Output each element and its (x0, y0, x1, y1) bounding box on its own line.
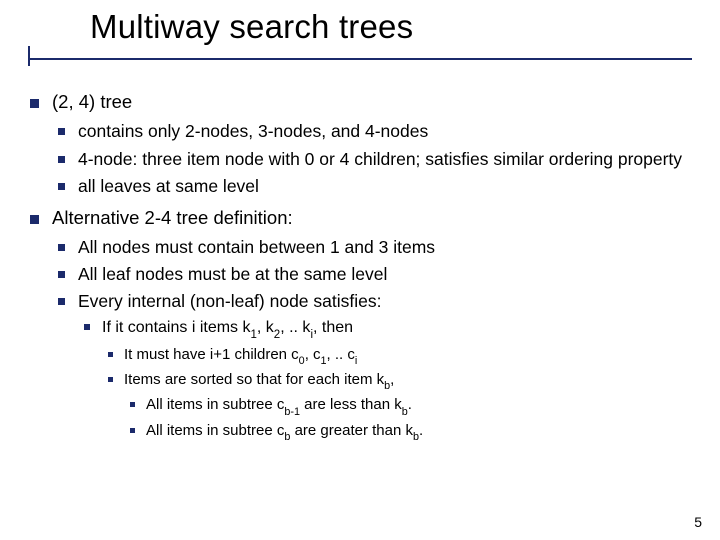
list-item-label: If it contains i items k1, k2, .. ki, th… (102, 319, 353, 336)
list-item: All items in subtree cb-1 are less than … (124, 395, 700, 417)
list-item-label: Every internal (non-leaf) node satisfies… (78, 291, 381, 311)
list-item-label: all leaves at same level (78, 176, 259, 196)
bullet-list: (2, 4) tree contains only 2-nodes, 3-nod… (24, 90, 700, 443)
list-item-label: It must have i+1 children c0, c1, .. ci (124, 346, 357, 363)
list-item: (2, 4) tree contains only 2-nodes, 3-nod… (24, 90, 700, 198)
list-item: Alternative 2-4 tree definition: All nod… (24, 206, 700, 443)
slide: Multiway search trees (2, 4) tree contai… (0, 0, 720, 540)
list-item: Items are sorted so that for each item k… (102, 370, 700, 443)
bullet-list: All items in subtree cb-1 are less than … (124, 395, 700, 443)
list-item-label: All items in subtree cb-1 are less than … (146, 396, 412, 413)
bullet-list: contains only 2-nodes, 3-nodes, and 4-no… (52, 120, 700, 197)
list-item-label: Alternative 2-4 tree definition: (52, 207, 293, 228)
list-item: 4-node: three item node with 0 or 4 chil… (52, 148, 700, 171)
list-item: Every internal (non-leaf) node satisfies… (52, 290, 700, 442)
slide-body: (2, 4) tree contains only 2-nodes, 3-nod… (0, 74, 720, 443)
slide-title: Multiway search trees (90, 8, 413, 46)
page-number: 5 (694, 514, 702, 530)
bullet-list: All nodes must contain between 1 and 3 i… (52, 236, 700, 443)
list-item-label: (2, 4) tree (52, 91, 132, 112)
title-rule (28, 58, 692, 60)
list-item: All leaf nodes must be at the same level (52, 263, 700, 286)
list-item: contains only 2-nodes, 3-nodes, and 4-no… (52, 120, 700, 143)
list-item: If it contains i items k1, k2, .. ki, th… (78, 317, 700, 442)
bullet-list: If it contains i items k1, k2, .. ki, th… (78, 317, 700, 442)
list-item-label: contains only 2-nodes, 3-nodes, and 4-no… (78, 121, 428, 141)
bullet-list: It must have i+1 children c0, c1, .. ci … (102, 345, 700, 443)
title-area: Multiway search trees (0, 0, 720, 74)
list-item: It must have i+1 children c0, c1, .. ci (102, 345, 700, 367)
list-item-label: 4-node: three item node with 0 or 4 chil… (78, 149, 682, 169)
list-item-label: All nodes must contain between 1 and 3 i… (78, 237, 435, 257)
list-item: all leaves at same level (52, 175, 700, 198)
list-item-label: All items in subtree cb are greater than… (146, 422, 423, 439)
title-rule-tick (28, 46, 30, 66)
list-item: All nodes must contain between 1 and 3 i… (52, 236, 700, 259)
list-item: All items in subtree cb are greater than… (124, 421, 700, 443)
list-item-label: All leaf nodes must be at the same level (78, 264, 387, 284)
list-item-label: Items are sorted so that for each item k… (124, 371, 394, 388)
